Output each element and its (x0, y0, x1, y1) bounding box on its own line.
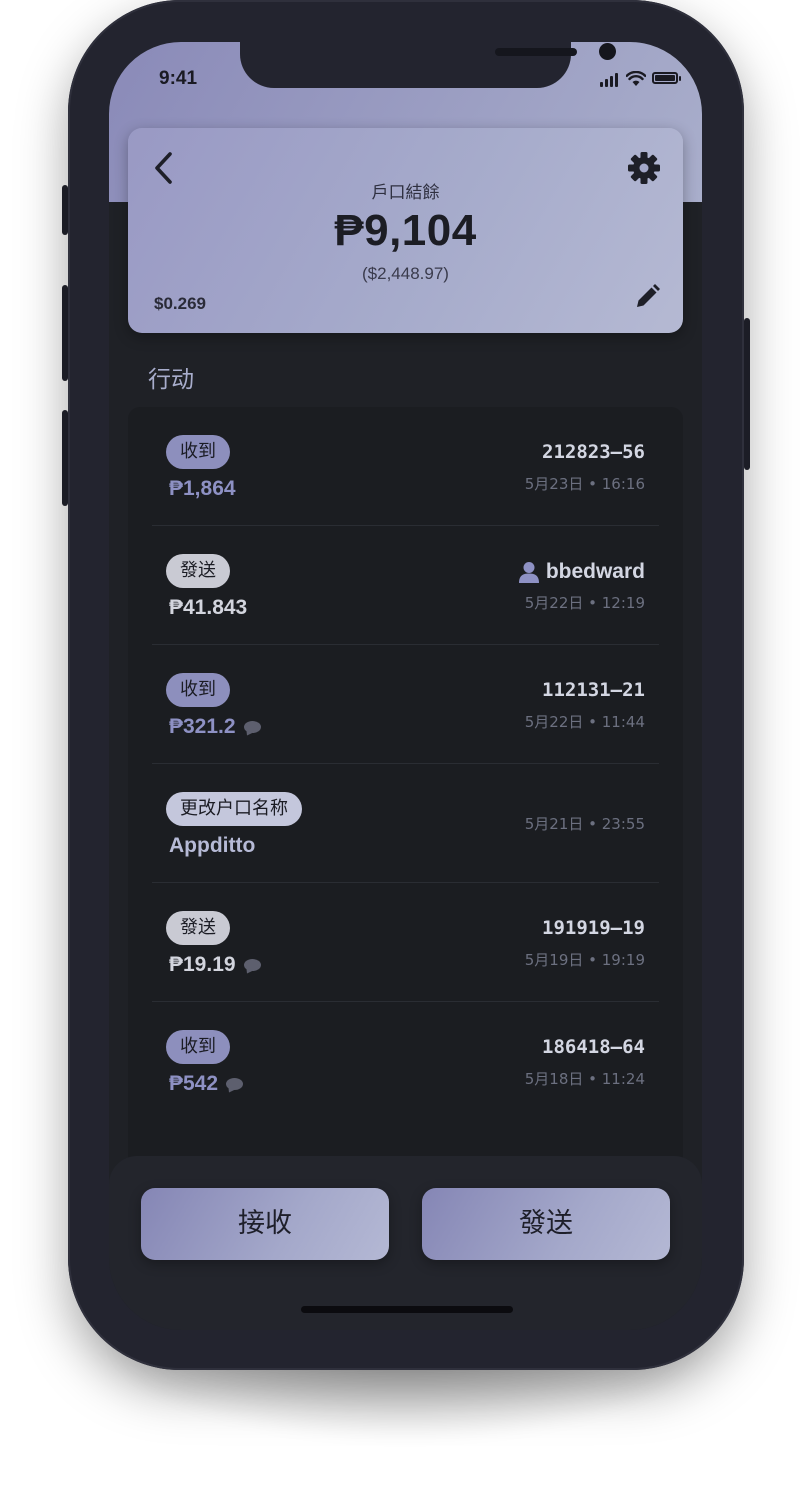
amount-text: ₱19.19 (169, 953, 236, 976)
transaction-amount: ₱1,864 (169, 477, 236, 501)
front-camera (599, 43, 616, 60)
transaction-type-badge: 收到 (166, 1030, 230, 1064)
exchange-rate: $0.269 (154, 294, 206, 313)
pencil-icon (637, 284, 660, 307)
speech-bubble-icon (243, 721, 261, 733)
account-text: 112131–21 (542, 679, 645, 701)
power-button (744, 318, 750, 470)
signal-icon (600, 68, 620, 87)
wifi-icon (626, 71, 646, 86)
receive-button[interactable]: 接收 (141, 1188, 389, 1260)
user-icon (518, 562, 539, 583)
contact-name: bbedward (545, 560, 645, 583)
transaction-date: 5月22日 • 11:44 (524, 713, 645, 731)
speaker (495, 48, 577, 56)
app-screen: 9:41 戶口結餘 ₱9,104 ($2,448.97) $0.269 行动 收… (109, 42, 702, 1330)
transaction-row[interactable]: 更改户口名称 Appditto 5月21日 • 23:55 (152, 764, 659, 883)
transaction-amount: ₱19.19 (169, 953, 261, 977)
volume-up-button (62, 285, 68, 381)
transaction-amount: ₱542 (169, 1072, 244, 1096)
transaction-type-badge: 發送 (166, 911, 230, 945)
transaction-type-badge: 更改户口名称 (166, 792, 302, 826)
balance-fiat-value: ($2,448.97) (362, 264, 449, 283)
transaction-row[interactable]: 收到 ₱542 186418–64 5月18日 • 11:24 (152, 1002, 659, 1120)
transaction-type-badge: 發送 (166, 554, 230, 588)
transaction-row[interactable]: 發送 ₱41.843 bbedward 5月22日 • 12:19 (152, 526, 659, 645)
transaction-account: bbedward (518, 560, 645, 584)
speech-bubble-icon (226, 1078, 244, 1090)
bottom-action-bar: 接收 發送 (109, 1156, 702, 1330)
transaction-account: 212823–56 (542, 441, 645, 463)
status-time: 9:41 (159, 68, 198, 89)
transaction-date: 5月21日 • 23:55 (524, 815, 645, 833)
transaction-row[interactable]: 發送 ₱19.19 191919–19 5月19日 • 19:19 (152, 883, 659, 1002)
edit-button[interactable] (632, 282, 662, 312)
account-text: 212823–56 (542, 441, 645, 463)
balance-amount: ₱9,104 (334, 206, 477, 255)
amount-text: ₱41.843 (169, 596, 248, 619)
battery-icon (652, 72, 681, 84)
transaction-type-badge: 收到 (166, 435, 230, 469)
transaction-row[interactable]: 收到 ₱321.2 112131–21 5月22日 • 11:44 (152, 645, 659, 764)
account-text: 186418–64 (542, 1036, 645, 1058)
transaction-list: 收到 ₱1,864 212823–56 5月23日 • 16:16 發送 ₱41… (128, 407, 683, 1167)
transaction-date: 5月18日 • 11:24 (524, 1070, 645, 1088)
account-name-text: Appditto (169, 834, 256, 857)
mute-switch (62, 185, 68, 235)
amount-text: ₱542 (169, 1072, 219, 1095)
send-button[interactable]: 發送 (422, 1188, 670, 1260)
transaction-amount: ₱321.2 (169, 715, 261, 739)
transaction-type-badge: 收到 (166, 673, 230, 707)
balance-card: 戶口結餘 ₱9,104 ($2,448.97) $0.269 (128, 128, 683, 333)
speech-bubble-icon (243, 959, 261, 971)
notch (240, 42, 616, 88)
account-text: 191919–19 (542, 917, 645, 939)
transaction-account: 112131–21 (542, 679, 645, 701)
account-name: Appditto (169, 834, 255, 858)
amount-text: ₱1,864 (169, 477, 236, 500)
transaction-date: 5月23日 • 16:16 (524, 475, 645, 493)
volume-down-button (62, 410, 68, 506)
amount-text: ₱321.2 (169, 715, 236, 738)
balance-label: 戶口結餘 (371, 183, 440, 203)
transaction-account: 191919–19 (542, 917, 645, 939)
status-icons (600, 67, 681, 87)
activity-title: 行动 (148, 367, 194, 393)
transaction-account: 186418–64 (542, 1036, 645, 1058)
transaction-row[interactable]: 收到 ₱1,864 212823–56 5月23日 • 16:16 (152, 407, 659, 526)
transaction-date: 5月19日 • 19:19 (524, 951, 645, 969)
transaction-date: 5月22日 • 12:19 (524, 594, 645, 612)
home-indicator[interactable] (301, 1306, 513, 1313)
transaction-amount: ₱41.843 (169, 596, 247, 620)
